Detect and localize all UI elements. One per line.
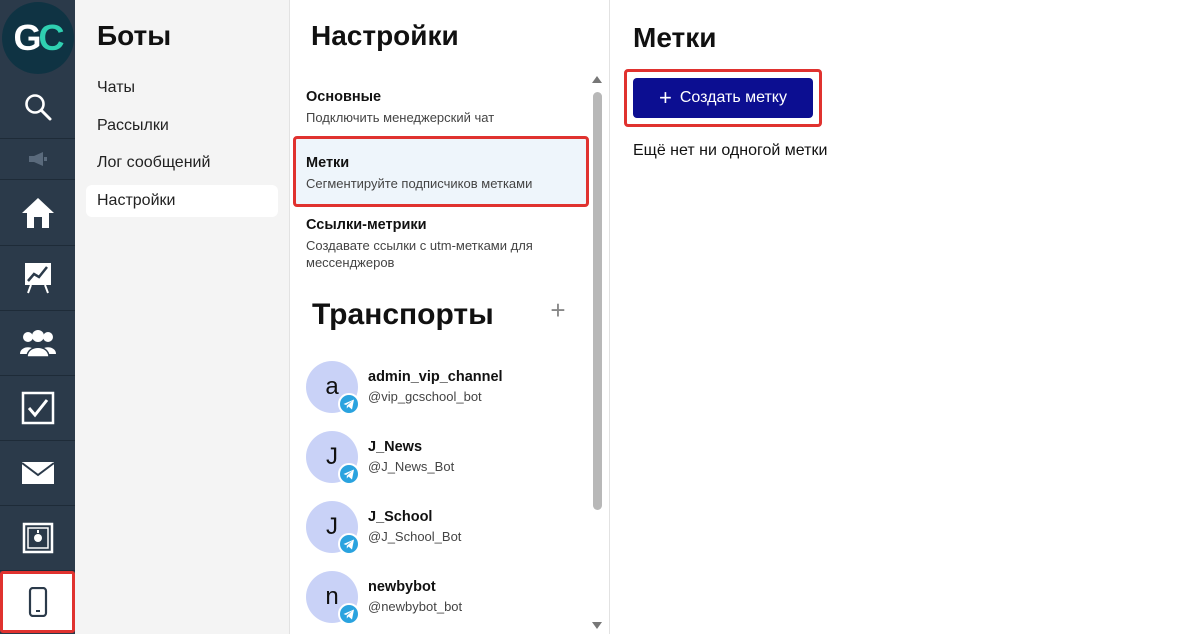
scroll-up-arrow[interactable] (592, 76, 602, 83)
transport-name: J_News (368, 439, 423, 455)
transport-handle: @J_News_Bot (368, 459, 455, 474)
add-transport-button[interactable]: + (547, 297, 569, 323)
settings-item-title: Метки (306, 155, 350, 171)
settings-item-title: Основные (306, 89, 382, 105)
logo[interactable]: GC (0, 0, 75, 75)
transport-item[interactable]: a admin_vip_channel @vip_gcschool_bot (306, 361, 576, 415)
transport-item[interactable]: J J_News @J_News_Bot (306, 431, 576, 485)
rail-analytics[interactable] (0, 246, 75, 311)
settings-title: Настройки (311, 20, 459, 51)
settings-item-tags[interactable]: Метки Сегментируйте подписчиков метками (293, 136, 589, 207)
bots-item-message-log[interactable]: Лог сообщений (86, 147, 278, 179)
safe-icon (22, 522, 53, 554)
logo-text: GC (13, 16, 65, 59)
transport-handle: @J_School_Bot (368, 529, 462, 544)
mail-icon (20, 462, 55, 484)
logo-letter-c: C (38, 16, 65, 58)
settings-item-subtitle: Создавате ссылки с utm-метками для мессе… (306, 238, 533, 270)
megaphone-icon (28, 152, 47, 166)
logo-letter-g: G (13, 16, 41, 58)
settings-item-title: Ссылки-метрики (306, 217, 427, 233)
search-icon (24, 93, 51, 120)
rail-safe[interactable] (0, 506, 75, 571)
settings-panel: Настройки Основные Подключить менеджерск… (290, 0, 610, 634)
transport-name: J_School (368, 509, 433, 525)
page-title: Метки (633, 22, 717, 53)
bots-title: Боты (97, 20, 172, 51)
rail-tasks[interactable] (0, 376, 75, 441)
users-icon (19, 330, 56, 358)
tags-panel: Метки + Создать метку Ещё нет ни одногой… (611, 0, 1200, 634)
transport-item[interactable]: J J_School @J_School_Bot (306, 501, 576, 555)
settings-item-metric-links[interactable]: Ссылки-метрики Создавате ссылки с utm-ме… (293, 217, 589, 271)
telegram-icon (338, 463, 360, 485)
rail-mail[interactable] (0, 441, 75, 506)
create-tag-highlight: + Создать метку (624, 69, 822, 127)
scroll-down-arrow[interactable] (592, 622, 602, 629)
rail-home[interactable] (0, 180, 75, 246)
empty-state-text: Ещё нет ни одногой метки (633, 142, 828, 159)
scrollbar-thumb[interactable] (593, 92, 602, 510)
settings-item-general[interactable]: Основные Подключить менеджерский чат (293, 89, 589, 126)
bots-item-settings[interactable]: Настройки (86, 185, 278, 217)
rail-bots[interactable] (0, 571, 75, 633)
icon-rail: GC (0, 0, 75, 634)
create-tag-label: Создать метку (679, 89, 787, 106)
settings-item-subtitle: Подключить менеджерский чат (306, 110, 495, 125)
phone-icon (28, 587, 47, 617)
logo-circle: GC (1, 1, 74, 74)
create-tag-button[interactable]: + Создать метку (633, 78, 813, 118)
bots-item-chats[interactable]: Чаты (86, 72, 278, 104)
plus-icon: + (659, 85, 672, 110)
transport-handle: @vip_gcschool_bot (368, 389, 482, 404)
checkbox-icon (21, 391, 54, 425)
transports-title: Транспорты (312, 298, 494, 331)
telegram-icon (338, 393, 360, 415)
home-icon (21, 197, 54, 228)
transport-handle: @newbybot_bot (368, 599, 463, 614)
rail-announcements[interactable] (0, 139, 75, 180)
transport-name: newbybot (368, 579, 436, 595)
transport-name: admin_vip_channel (368, 369, 503, 385)
bots-menu: Боты Чаты Рассылки Лог сообщений Настрой… (75, 0, 290, 634)
settings-item-subtitle: Сегментируйте подписчиков метками (306, 176, 533, 191)
chart-board-icon (24, 263, 51, 294)
rail-users[interactable] (0, 311, 75, 376)
transport-item[interactable]: n newbybot @newbybot_bot (306, 571, 576, 625)
telegram-icon (338, 603, 360, 625)
bots-item-mailings[interactable]: Рассылки (86, 110, 278, 142)
telegram-icon (338, 533, 360, 555)
rail-search[interactable] (0, 75, 75, 139)
